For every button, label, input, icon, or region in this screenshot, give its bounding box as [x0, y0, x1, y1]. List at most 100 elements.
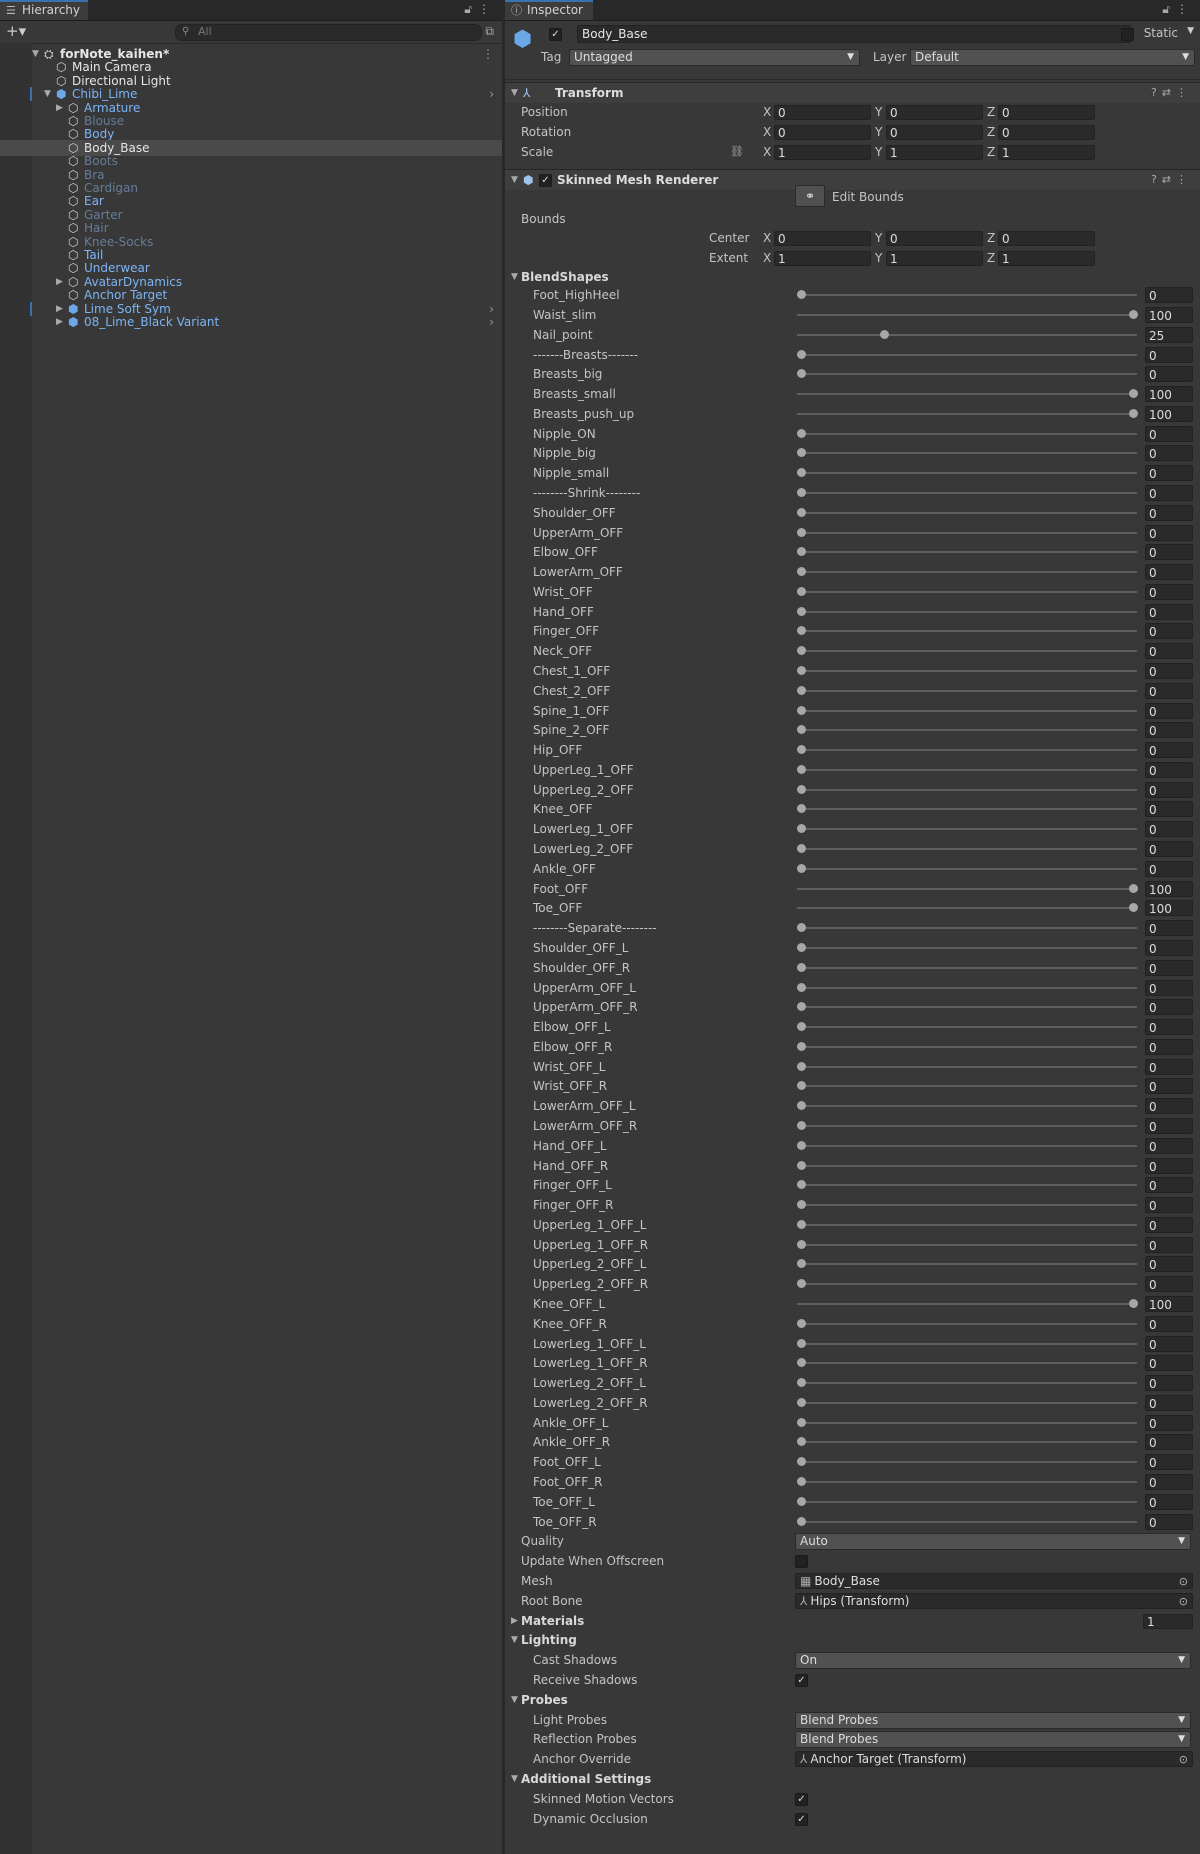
blendshape-value-field[interactable]: 0 [1145, 366, 1193, 383]
blendshape-slider-track[interactable] [797, 1204, 1137, 1207]
object-name-field[interactable]: Body_Base [577, 25, 1131, 43]
blendshape-slider-track[interactable] [797, 670, 1137, 673]
expand-right-icon[interactable]: ▶ [511, 1613, 518, 1629]
blendshape-value-field[interactable]: 0 [1145, 702, 1193, 719]
blendshape-slider-track[interactable] [797, 986, 1137, 989]
blendshape-slider-knob[interactable] [797, 764, 806, 774]
kebab-menu-icon[interactable]: ⋮ [1176, 173, 1192, 186]
blendshape-slider-knob[interactable] [797, 844, 806, 854]
blendshape-slider-knob[interactable] [797, 745, 806, 755]
blendshape-value-field[interactable]: 0 [1145, 1197, 1193, 1214]
blendshape-slider-track[interactable] [797, 768, 1137, 771]
blendshape-slider-track[interactable] [797, 531, 1137, 534]
add-plus-icon[interactable]: +▾ [6, 22, 26, 40]
blendshape-value-field[interactable]: 0 [1145, 781, 1193, 798]
blendshape-value-field[interactable]: 0 [1145, 1335, 1193, 1352]
blendshape-slider-track[interactable] [797, 1322, 1137, 1325]
inspector-tab[interactable]: ⓘ Inspector [505, 0, 593, 20]
expand-down-icon[interactable]: ▼ [511, 1771, 518, 1787]
tag-dropdown[interactable]: Untagged ▼ [569, 49, 860, 66]
blendshape-value-field[interactable]: 0 [1145, 860, 1193, 877]
blendshape-value-field[interactable]: 0 [1145, 1474, 1193, 1490]
static-dropdown-icon[interactable]: ▼ [1187, 26, 1194, 36]
blendshape-slider-knob[interactable] [797, 1180, 806, 1190]
blendshape-slider-track[interactable] [797, 887, 1137, 890]
blendshape-slider-knob[interactable] [797, 1318, 806, 1328]
blendshape-slider-knob[interactable] [797, 586, 806, 596]
blendshape-slider-track[interactable] [797, 1362, 1137, 1365]
blendshape-slider-track[interactable] [797, 848, 1137, 851]
blendshape-value-field[interactable]: 100 [1145, 1295, 1193, 1312]
expand-down-icon[interactable]: ▼ [511, 269, 518, 285]
blendshape-slider-knob[interactable] [797, 1437, 806, 1447]
scene-search-icon[interactable]: ⧉ [485, 24, 494, 39]
blendshape-value-field[interactable]: 0 [1145, 1098, 1193, 1115]
blendshape-value-field[interactable]: 0 [1145, 1078, 1193, 1095]
blendshape-slider-knob[interactable] [1129, 903, 1138, 913]
preset-icon[interactable]: ⇄ [1162, 86, 1176, 99]
blendshape-slider-track[interactable] [797, 452, 1137, 455]
blendshape-value-field[interactable]: 0 [1145, 1276, 1193, 1293]
blendshape-slider-track[interactable] [797, 1500, 1137, 1503]
expand-down-icon[interactable]: ▼ [511, 83, 518, 103]
blendshape-slider-knob[interactable] [797, 705, 806, 715]
expand-down-icon[interactable]: ▼ [511, 170, 518, 190]
bounds-center-z-field[interactable]: 0 [998, 231, 1095, 247]
blendshape-slider-track[interactable] [797, 1124, 1137, 1127]
light-probes-dropdown[interactable]: Blend Probes ▼ [795, 1711, 1191, 1729]
blendshape-slider-knob[interactable] [797, 527, 806, 537]
blendshape-slider-knob[interactable] [797, 448, 806, 458]
blendshape-slider-track[interactable] [797, 1342, 1137, 1345]
transform-scale-z-field[interactable]: 1 [998, 144, 1095, 160]
blendshape-slider-track[interactable] [797, 1065, 1137, 1068]
blendshape-value-field[interactable]: 0 [1145, 939, 1193, 956]
kebab-menu-icon[interactable]: ⋮ [1176, 86, 1192, 99]
blendshape-value-field[interactable]: 0 [1145, 1375, 1193, 1392]
blendshape-slider-track[interactable] [797, 313, 1137, 316]
expand-down-icon[interactable]: ▼ [511, 1692, 518, 1708]
blendshape-value-field[interactable]: 0 [1145, 425, 1193, 442]
blendshape-slider-track[interactable] [797, 1105, 1137, 1108]
blendshape-value-field[interactable]: 0 [1145, 346, 1193, 363]
blendshape-value-field[interactable]: 0 [1145, 623, 1193, 640]
blendshape-slider-track[interactable] [797, 610, 1137, 613]
blendshape-slider-knob[interactable] [797, 369, 806, 379]
blendshape-slider-knob[interactable] [797, 1022, 806, 1032]
blendshape-slider-track[interactable] [797, 1184, 1137, 1187]
blendshape-value-field[interactable]: 0 [1145, 643, 1193, 660]
bounds-center-y-field[interactable]: 0 [886, 231, 983, 247]
blendshape-slider-track[interactable] [797, 1243, 1137, 1246]
blendshape-value-field[interactable]: 0 [1145, 1394, 1193, 1411]
preset-icon[interactable]: ⇄ [1162, 173, 1176, 186]
blendshape-slider-track[interactable] [797, 966, 1137, 969]
blendshape-slider-knob[interactable] [797, 1200, 806, 1210]
blendshape-value-field[interactable]: 0 [1145, 1414, 1193, 1431]
blendshape-slider-track[interactable] [797, 432, 1137, 435]
blendshape-value-field[interactable]: 0 [1145, 959, 1193, 976]
blendshape-slider-track[interactable] [797, 1026, 1137, 1029]
help-icon[interactable]: ? [1151, 86, 1162, 99]
blendshape-slider-track[interactable] [797, 808, 1137, 811]
blendshape-value-field[interactable]: 0 [1145, 682, 1193, 699]
blendshape-slider-track[interactable] [797, 1302, 1137, 1305]
blendshape-slider-knob[interactable] [797, 685, 806, 695]
layer-dropdown[interactable]: Default ▼ [910, 49, 1195, 66]
blendshape-value-field[interactable]: 0 [1145, 287, 1193, 304]
blendshape-value-field[interactable]: 0 [1145, 603, 1193, 620]
object-picker-icon[interactable]: ⊙ [1179, 1752, 1188, 1767]
blendshape-slider-track[interactable] [797, 1441, 1137, 1444]
blendshape-slider-knob[interactable] [797, 1041, 806, 1051]
blendshape-value-field[interactable]: 0 [1145, 1019, 1193, 1036]
blendshape-slider-track[interactable] [797, 373, 1137, 376]
kebab-menu-icon[interactable]: ⋮ [1176, 2, 1194, 16]
object-picker-icon[interactable]: ⊙ [1179, 1574, 1188, 1589]
hierarchy-search-input[interactable]: ⚲ All [175, 24, 482, 41]
hierarchy-item[interactable]: ▶ ⬢ 08_Lime_Black Variant › [0, 314, 502, 330]
blendshape-value-field[interactable]: 100 [1145, 900, 1193, 917]
cast-shadows-dropdown[interactable]: On ▼ [795, 1652, 1191, 1670]
expand-right-icon[interactable]: ▶ [56, 314, 63, 330]
blendshape-slider-knob[interactable] [797, 1496, 806, 1506]
blendshape-slider-knob[interactable] [797, 1397, 806, 1407]
blendshape-slider-track[interactable] [797, 571, 1137, 574]
blendshape-value-field[interactable]: 0 [1145, 1434, 1193, 1451]
